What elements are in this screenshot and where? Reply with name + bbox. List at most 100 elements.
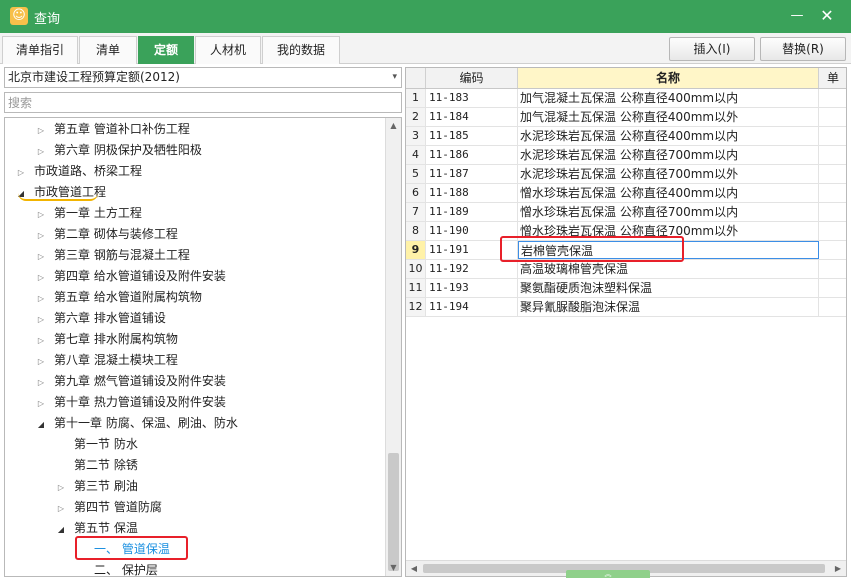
expand-arrow-icon[interactable]: ▷ [35,372,47,393]
table-row[interactable]: 6 11-188 憎水珍珠岩瓦保温 公称直径400mm以内 [406,184,846,203]
row-number-cell[interactable]: 3 [406,127,426,145]
tree-item[interactable]: ▷ 第五章 给水管道附属构筑物 [35,287,202,308]
unit-cell[interactable] [819,184,846,202]
scroll-left-icon[interactable]: ◀ [406,561,422,576]
minimize-button[interactable]: — [787,7,807,25]
tree-item[interactable]: 第二节 除锈 [55,455,138,476]
expand-arrow-icon[interactable]: ▷ [55,498,67,519]
row-number-cell[interactable]: 9 [406,241,426,259]
collapse-arrow-icon[interactable]: ◢ [15,183,27,204]
code-cell[interactable]: 11-184 [426,108,518,126]
unit-cell[interactable] [819,89,846,107]
search-input[interactable] [4,92,402,113]
code-cell[interactable]: 11-187 [426,165,518,183]
name-cell[interactable]: 岩棉管壳保温 [518,241,819,259]
row-number-cell[interactable]: 10 [406,260,426,278]
code-cell[interactable]: 11-193 [426,279,518,297]
row-number-cell[interactable]: 4 [406,146,426,164]
expand-arrow-icon[interactable]: ▷ [15,162,27,183]
tree-item[interactable]: ▷ 第三章 钢筋与混凝土工程 [35,245,190,266]
row-number-cell[interactable]: 1 [406,89,426,107]
unit-cell[interactable] [819,146,846,164]
unit-cell[interactable] [819,108,846,126]
scroll-up-icon[interactable]: ▲ [386,118,401,134]
row-number-cell[interactable]: 11 [406,279,426,297]
unit-cell[interactable] [819,222,846,240]
row-number-cell[interactable]: 5 [406,165,426,183]
table-row[interactable]: 9 11-191 岩棉管壳保温 [406,241,846,260]
column-header-code[interactable]: 编码 [426,68,518,88]
tree-vertical-scrollbar[interactable]: ▲ ▼ [385,118,401,576]
tree-item[interactable]: ◢ 市政管道工程 [15,182,106,203]
code-cell[interactable]: 11-185 [426,127,518,145]
collapse-panel-handle[interactable]: ︽ [566,570,650,578]
tree-item[interactable]: 第一节 防水 [55,434,138,455]
unit-cell[interactable] [819,298,846,316]
table-row[interactable]: 1 11-183 加气混凝土瓦保温 公称直径400mm以内 [406,89,846,108]
row-number-cell[interactable]: 8 [406,222,426,240]
code-cell[interactable]: 11-194 [426,298,518,316]
tree-item[interactable]: ▷ 第八章 混凝土模块工程 [35,350,178,371]
tree-item[interactable]: ▷ 第五章 管道补口补伤工程 [35,119,190,140]
column-header-name[interactable]: 名称 [518,68,819,88]
tree-item[interactable]: ▷ 第四节 管道防腐 [55,497,162,518]
tree-item[interactable]: ▷ 第六章 阴极保护及牺牲阳极 [35,140,202,161]
code-cell[interactable]: 11-190 [426,222,518,240]
code-cell[interactable]: 11-186 [426,146,518,164]
table-row[interactable]: 3 11-185 水泥珍珠岩瓦保温 公称直径400mm以内 [406,127,846,146]
tree-item[interactable]: ▷ 第七章 排水附属构筑物 [35,329,178,350]
unit-cell[interactable] [819,260,846,278]
replace-button[interactable]: 替换(R) [760,37,846,61]
table-row[interactable]: 8 11-190 憎水珍珠岩瓦保温 公称直径700mm以外 [406,222,846,241]
name-cell[interactable]: 水泥珍珠岩瓦保温 公称直径700mm以内 [518,146,819,164]
name-cell[interactable]: 水泥珍珠岩瓦保温 公称直径700mm以外 [518,165,819,183]
tree-item[interactable]: ▷ 第二章 砌体与装修工程 [35,224,178,245]
tree-item[interactable]: ◢ 第五节 保温 [55,518,138,539]
tree-item[interactable]: 二、 保护层 [75,560,158,576]
table-row[interactable]: 10 11-192 高温玻璃棉管壳保温 [406,260,846,279]
tree-item[interactable]: ▷ 第一章 土方工程 [35,203,142,224]
tree-item[interactable]: ▷ 第三节 刷油 [55,476,138,497]
table-row[interactable]: 7 11-189 憎水珍珠岩瓦保温 公称直径700mm以内 [406,203,846,222]
tab-quota[interactable]: 定额 [138,36,194,64]
name-cell[interactable]: 憎水珍珠岩瓦保温 公称直径400mm以内 [518,184,819,202]
expand-arrow-icon[interactable]: ▷ [35,309,47,330]
scroll-right-icon[interactable]: ▶ [830,561,846,576]
tree-item[interactable]: ▷ 第九章 燃气管道铺设及附件安装 [35,371,226,392]
unit-cell[interactable] [819,165,846,183]
expand-arrow-icon[interactable]: ▷ [35,351,47,372]
row-number-cell[interactable]: 7 [406,203,426,221]
code-cell[interactable]: 11-189 [426,203,518,221]
table-row[interactable]: 2 11-184 加气混凝土瓦保温 公称直径400mm以外 [406,108,846,127]
code-cell[interactable]: 11-191 [426,241,518,259]
close-button[interactable]: ✕ [817,6,837,26]
row-number-cell[interactable]: 12 [406,298,426,316]
tab-bill-guide[interactable]: 清单指引 [2,36,78,64]
table-row[interactable]: 12 11-194 聚异氰脲酸脂泡沫保温 [406,298,846,317]
name-cell[interactable]: 憎水珍珠岩瓦保温 公称直径700mm以内 [518,203,819,221]
code-cell[interactable]: 11-183 [426,89,518,107]
unit-cell[interactable] [819,241,846,259]
code-cell[interactable]: 11-192 [426,260,518,278]
scroll-down-icon[interactable]: ▼ [386,560,401,576]
insert-button[interactable]: 插入(I) [669,37,755,61]
expand-arrow-icon[interactable]: ▷ [35,330,47,351]
name-cell[interactable]: 憎水珍珠岩瓦保温 公称直径700mm以外 [518,222,819,240]
collapse-arrow-icon[interactable]: ◢ [35,414,47,435]
row-number-cell[interactable]: 6 [406,184,426,202]
name-cell[interactable]: 聚氨酯硬质泡沫塑料保温 [518,279,819,297]
table-row[interactable]: 5 11-187 水泥珍珠岩瓦保温 公称直径700mm以外 [406,165,846,184]
tab-labor-material-machine[interactable]: 人材机 [195,36,261,64]
expand-arrow-icon[interactable]: ▷ [35,225,47,246]
unit-cell[interactable] [819,203,846,221]
unit-cell[interactable] [819,127,846,145]
name-cell[interactable]: 水泥珍珠岩瓦保温 公称直径400mm以内 [518,127,819,145]
name-cell[interactable]: 高温玻璃棉管壳保温 [518,260,819,278]
collapse-arrow-icon[interactable]: ◢ [55,519,67,540]
expand-arrow-icon[interactable]: ▷ [35,267,47,288]
expand-arrow-icon[interactable]: ▷ [35,120,47,141]
unit-cell[interactable] [819,279,846,297]
tree-item[interactable]: ▷ 第六章 排水管道铺设 [35,308,166,329]
tab-bill[interactable]: 清单 [79,36,137,64]
tree-item[interactable]: ▷ 第十章 热力管道铺设及附件安装 [35,392,226,413]
